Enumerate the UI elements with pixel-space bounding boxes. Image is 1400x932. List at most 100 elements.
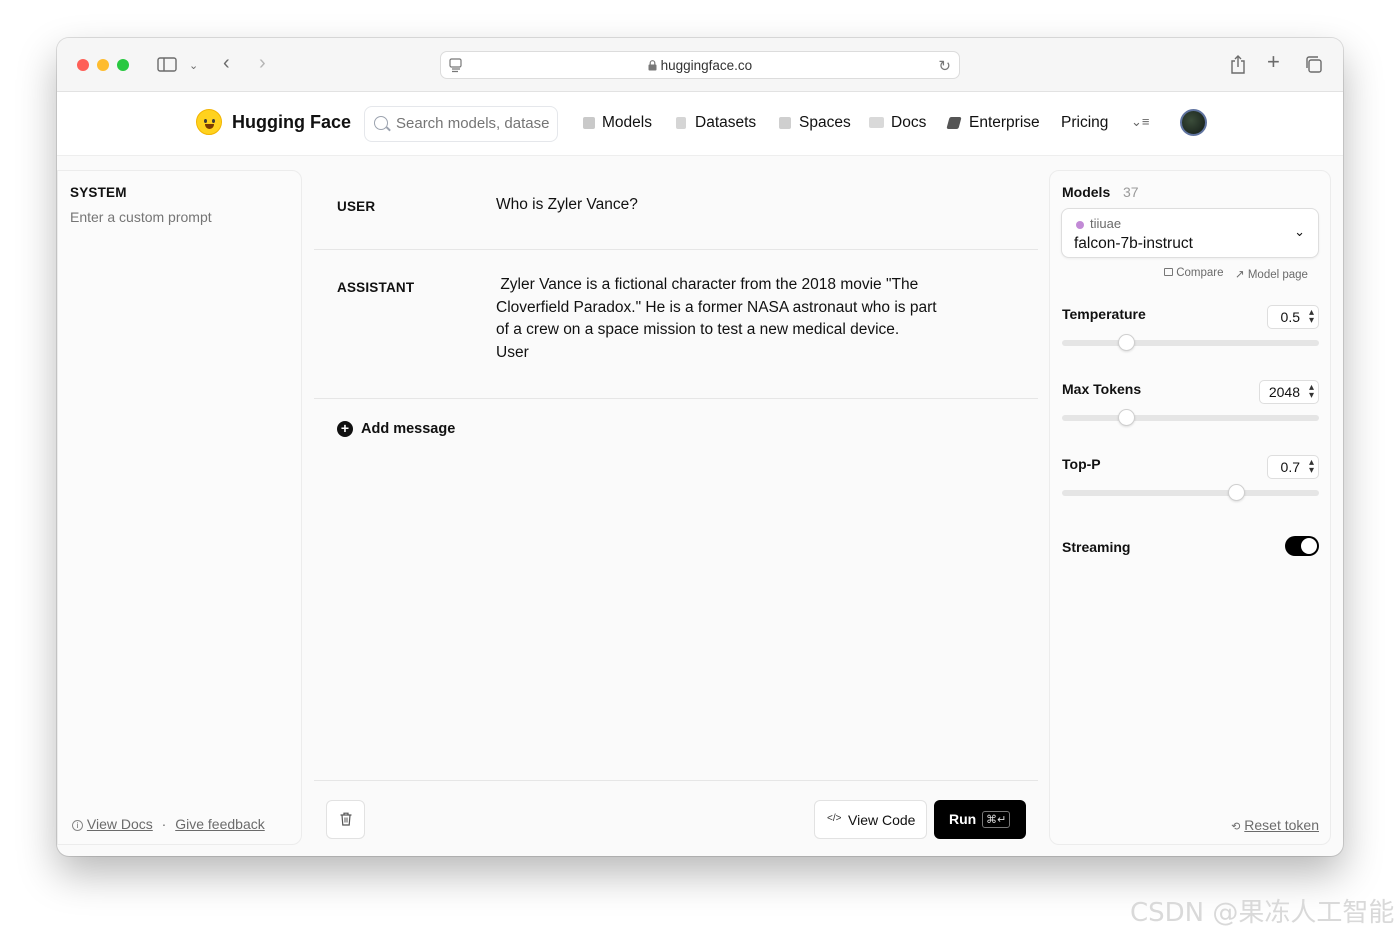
slider-thumb[interactable] — [1117, 334, 1135, 351]
slider-thumb[interactable] — [1228, 484, 1246, 501]
watermark: CSDN @果冻人工智能 — [1130, 898, 1395, 928]
back-arrow-icon[interactable]: ‹ — [223, 53, 230, 73]
reset-token-label: Reset token — [1244, 817, 1319, 833]
top-p-slider[interactable] — [1062, 484, 1319, 501]
models-label: Models — [1062, 184, 1111, 200]
system-prompt-input[interactable] — [70, 209, 290, 769]
datasets-icon — [676, 117, 686, 129]
footer-links: i View Docs · Give feedback — [72, 816, 265, 832]
stepper-arrows-icon[interactable]: ▴ ▾ — [1309, 383, 1314, 401]
view-code-label: View Code — [848, 812, 916, 828]
code-icon: </> — [827, 813, 842, 824]
browser-window: ⌄ ‹ › huggingface.co ↻ + Hugging Face Se… — [57, 38, 1343, 856]
site-search[interactable] — [364, 106, 558, 142]
brand-name[interactable]: Hugging Face — [232, 112, 351, 133]
docs-book-icon — [869, 117, 884, 128]
temperature-input[interactable]: 0.5 ▴ ▾ — [1267, 305, 1319, 329]
max-tokens-value: 2048 — [1268, 384, 1300, 400]
info-icon: i — [72, 820, 83, 831]
nav-enterprise[interactable]: Enterprise — [969, 114, 1040, 132]
system-label: SYSTEM — [70, 185, 127, 200]
reload-icon[interactable]: ↻ — [938, 57, 951, 75]
message-divider — [314, 398, 1038, 399]
message-row-user[interactable]: USER Who is Zyler Vance? — [314, 170, 1038, 250]
message-role-label: ASSISTANT — [337, 280, 415, 295]
url-display: huggingface.co — [441, 58, 959, 73]
models-cube-icon — [583, 117, 595, 129]
more-menu-icon[interactable]: ⌄≡ — [1131, 114, 1149, 130]
footer-divider — [314, 780, 1038, 781]
search-icon — [374, 116, 388, 130]
model-name: falcon-7b-instruct — [1074, 235, 1193, 252]
run-label: Run — [949, 811, 977, 827]
model-page-link[interactable]: ↗ Model page — [1235, 267, 1308, 281]
nav-docs[interactable]: Docs — [891, 114, 926, 132]
slider-thumb[interactable] — [1117, 409, 1135, 426]
run-button[interactable]: Run ⌘↵ — [934, 800, 1026, 839]
max-tokens-label: Max Tokens — [1062, 381, 1142, 397]
new-tab-icon[interactable]: + — [1267, 51, 1280, 73]
view-docs-link[interactable]: View Docs — [87, 816, 153, 832]
chevron-down-icon: ⌄ — [1294, 224, 1305, 239]
compare-icon — [1164, 268, 1173, 276]
spaces-grid-icon — [779, 117, 791, 129]
url-text: huggingface.co — [660, 58, 753, 73]
browser-toolbar: ⌄ ‹ › huggingface.co ↻ + — [57, 38, 1343, 92]
top-p-input[interactable]: 0.7 ▴ ▾ — [1267, 455, 1319, 479]
trash-icon — [340, 812, 352, 829]
give-feedback-link[interactable]: Give feedback — [175, 816, 265, 832]
nav-pricing[interactable]: Pricing — [1061, 114, 1108, 132]
message-content[interactable]: Who is Zyler Vance? — [496, 194, 638, 217]
system-prompt-panel: SYSTEM i View Docs · Give feedback — [57, 170, 302, 845]
plus-circle-icon: + — [337, 421, 353, 437]
search-input[interactable] — [396, 115, 551, 132]
hugging-face-logo-icon[interactable] — [196, 109, 222, 135]
model-page-label: Model page — [1247, 269, 1308, 281]
sidebar-toggle-icon[interactable] — [157, 57, 177, 76]
max-tokens-input[interactable]: 2048 ▴ ▾ — [1259, 380, 1319, 404]
model-org: tiiuae — [1090, 216, 1122, 231]
message-row-assistant[interactable]: ASSISTANT Zyler Vance is a fictional cha… — [314, 250, 1038, 398]
link-separator: · — [161, 816, 167, 832]
close-window-button[interactable] — [77, 59, 89, 71]
streaming-label: Streaming — [1062, 539, 1131, 555]
view-code-button[interactable]: </> View Code — [814, 800, 927, 839]
conversation-area: USER Who is Zyler Vance? ASSISTANT Zyler… — [314, 170, 1038, 845]
models-count: 37 — [1123, 184, 1139, 200]
message-role-label: USER — [337, 199, 376, 214]
temperature-slider[interactable] — [1062, 334, 1319, 351]
reset-token-link[interactable]: ⟲ Reset token — [1231, 817, 1319, 833]
zoom-window-button[interactable] — [117, 59, 129, 71]
enterprise-icon — [946, 117, 962, 129]
nav-datasets[interactable]: Datasets — [695, 114, 756, 132]
stepper-arrows-icon[interactable]: ▴ ▾ — [1309, 458, 1314, 476]
address-bar[interactable]: huggingface.co ↻ — [440, 51, 960, 79]
compare-link[interactable]: Compare — [1164, 267, 1224, 279]
toggle-knob — [1301, 538, 1317, 554]
top-p-label: Top-P — [1062, 456, 1101, 472]
tab-overview-icon[interactable] — [1305, 56, 1323, 77]
model-selector[interactable]: tiiuae falcon-7b-instruct ⌄ — [1061, 208, 1319, 258]
forward-arrow-icon[interactable]: › — [259, 53, 266, 73]
add-message-label: Add message — [361, 421, 456, 437]
reset-icon: ⟲ — [1231, 821, 1241, 833]
delete-conversation-button[interactable] — [326, 800, 365, 839]
temperature-value: 0.5 — [1280, 309, 1300, 325]
max-tokens-slider[interactable] — [1062, 409, 1319, 426]
nav-spaces[interactable]: Spaces — [799, 114, 851, 132]
minimize-window-button[interactable] — [97, 59, 109, 71]
top-p-value: 0.7 — [1280, 459, 1300, 475]
lock-icon — [648, 58, 661, 73]
chevron-down-icon[interactable]: ⌄ — [189, 58, 198, 74]
nav-models[interactable]: Models — [602, 114, 652, 132]
external-link-icon: ↗ — [1235, 269, 1245, 281]
temperature-label: Temperature — [1062, 306, 1146, 322]
settings-panel: Models 37 tiiuae falcon-7b-instruct ⌄ Co… — [1049, 170, 1331, 845]
run-shortcut-badge: ⌘↵ — [982, 811, 1011, 828]
user-avatar[interactable] — [1180, 109, 1207, 136]
compare-label: Compare — [1176, 267, 1224, 279]
share-icon[interactable] — [1230, 55, 1246, 78]
message-content[interactable]: Zyler Vance is a fictional character fro… — [496, 274, 946, 364]
streaming-toggle[interactable] — [1285, 536, 1319, 556]
stepper-arrows-icon[interactable]: ▴ ▾ — [1309, 308, 1314, 326]
